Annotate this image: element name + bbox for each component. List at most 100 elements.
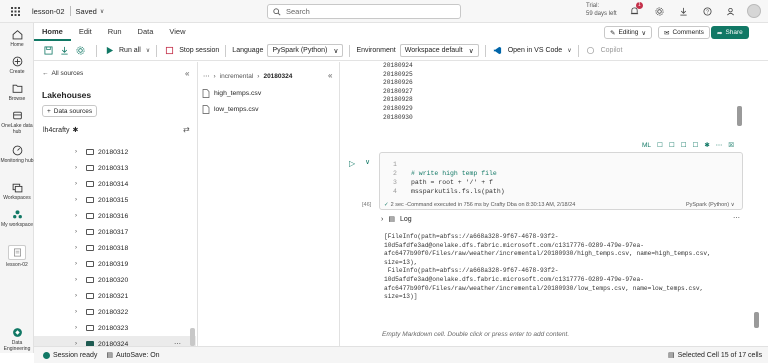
divider xyxy=(96,44,97,57)
run-all-icon[interactable] xyxy=(103,45,115,57)
cell-execution-count: [46] xyxy=(362,202,372,208)
tree-folder-item[interactable]: › 20180319 xyxy=(34,256,196,272)
scrollbar[interactable] xyxy=(754,312,759,328)
list-item[interactable]: low_temps.csv xyxy=(202,102,259,116)
tree-folder-item[interactable]: › 20180316 xyxy=(34,208,196,224)
list-item[interactable]: high_temps.csv xyxy=(202,86,261,100)
scrollbar[interactable] xyxy=(737,106,742,126)
collapse-pane-icon[interactable]: « xyxy=(185,69,189,78)
asterisk-icon[interactable]: ✱ xyxy=(704,141,709,149)
copilot-button[interactable]: Copilot xyxy=(601,47,623,54)
tree-folder-item[interactable]: › 20180315 xyxy=(34,192,196,208)
run-cell-icon[interactable]: ▷ xyxy=(349,159,355,168)
lakehouse-name[interactable]: lh4crafty ✱ xyxy=(43,126,78,135)
chevron-right-icon[interactable]: › xyxy=(75,245,77,251)
download-icon[interactable] xyxy=(58,45,70,57)
collapse-pane-icon[interactable]: « xyxy=(328,71,332,80)
avatar[interactable] xyxy=(747,4,761,18)
markdown-cell-placeholder[interactable]: Empty Markdown cell. Double click or pre… xyxy=(382,331,569,338)
more-icon[interactable]: ⋯ xyxy=(203,72,210,80)
chevron-right-icon[interactable]: › xyxy=(75,293,77,299)
settings-icon[interactable] xyxy=(74,45,86,57)
cell-language[interactable]: PySpark (Python) ∨ xyxy=(686,202,735,208)
session-status[interactable]: Session ready xyxy=(43,351,97,359)
delete-icon[interactable]: ☒ xyxy=(728,141,734,149)
tab-view[interactable]: View xyxy=(161,23,193,41)
stop-icon[interactable] xyxy=(163,45,175,57)
nav-monitoring[interactable]: Monitoring hub xyxy=(0,145,34,164)
tree-folder-item[interactable]: › 20180321 xyxy=(34,288,196,304)
tree-folder-item[interactable]: › 20180318 xyxy=(34,240,196,256)
chevron-right-icon[interactable]: › xyxy=(75,149,77,155)
nav-lesson-02[interactable]: lesson-02 xyxy=(0,245,34,268)
share-button[interactable]: ➦ Share xyxy=(711,26,749,39)
tree-folder-item[interactable]: › 20180322 xyxy=(34,304,196,320)
log-toggle[interactable]: › ▤ Log xyxy=(381,215,412,224)
chevron-down-icon[interactable]: ∨ xyxy=(100,8,104,15)
copy-icon[interactable]: ☐ xyxy=(693,141,699,149)
chevron-right-icon[interactable]: › xyxy=(75,309,77,315)
chevron-right-icon[interactable]: › xyxy=(75,325,77,331)
stop-session-button[interactable]: Stop session xyxy=(179,47,219,54)
add-data-sources-button[interactable]: + Data sources xyxy=(42,105,98,117)
open-vscode-button[interactable]: Open in VS Code xyxy=(508,47,562,54)
chevron-down-icon[interactable]: ∨ xyxy=(365,158,370,166)
run-all-button[interactable]: Run all xyxy=(119,47,141,54)
tree-folder-item[interactable]: › 20180313 xyxy=(34,160,196,176)
tree-folder-item[interactable]: › 20180314 xyxy=(34,176,196,192)
folder-icon xyxy=(86,261,94,267)
comments-button[interactable]: ✉ Comments xyxy=(658,26,710,39)
chevron-right-icon[interactable]: › xyxy=(75,229,77,235)
code-icon[interactable]: ☐ xyxy=(657,141,663,149)
nav-onelake[interactable]: OneLake data hub xyxy=(0,110,34,135)
nav-browse[interactable]: Browse xyxy=(0,83,34,102)
check-icon: ✓ xyxy=(384,202,389,208)
tree-folder-item[interactable]: › 20180323 xyxy=(34,320,196,336)
chevron-down-icon[interactable]: ∨ xyxy=(567,47,571,54)
all-sources-link[interactable]: ← All sources xyxy=(42,70,83,77)
tab-data[interactable]: Data xyxy=(130,23,162,41)
save-icon[interactable] xyxy=(42,45,54,57)
chevron-right-icon[interactable]: › xyxy=(75,197,77,203)
nav-my-workspace[interactable]: My workspace xyxy=(0,209,34,228)
chevron-right-icon[interactable]: › xyxy=(75,181,77,187)
tab-home[interactable]: Home xyxy=(34,23,71,41)
tree-folder-item[interactable]: › 20180317 xyxy=(34,224,196,240)
share-people-icon[interactable] xyxy=(724,5,736,17)
saved-status[interactable]: Saved xyxy=(76,7,97,16)
copilot-icon[interactable] xyxy=(585,45,597,57)
markdown-toggle-icon[interactable]: ML xyxy=(642,142,651,149)
more-icon[interactable]: ⋯ xyxy=(733,214,740,222)
refresh-icon[interactable]: ⇄ xyxy=(183,125,190,134)
download-icon[interactable] xyxy=(677,5,689,17)
search-input[interactable]: Search xyxy=(267,4,461,19)
chevron-right-icon[interactable]: › xyxy=(75,261,77,267)
chevron-right-icon[interactable]: › xyxy=(75,165,77,171)
tree-folder-item[interactable]: › 20180312 xyxy=(34,144,196,160)
notebook-name[interactable]: lesson-02 xyxy=(32,7,65,16)
scrollbar[interactable] xyxy=(190,328,195,346)
vscode-icon[interactable] xyxy=(492,45,504,57)
tab-edit[interactable]: Edit xyxy=(71,23,100,41)
chevron-right-icon[interactable]: › xyxy=(75,277,77,283)
gear-icon[interactable] xyxy=(653,5,665,17)
tab-run[interactable]: Run xyxy=(100,23,130,41)
nav-workspaces[interactable]: Workspaces xyxy=(0,182,34,201)
autosave-status[interactable]: ▤ AutoSave: On xyxy=(106,351,159,360)
folder-icon xyxy=(86,149,94,155)
nav-create[interactable]: Create xyxy=(0,56,34,75)
comment-icon[interactable]: ☐ xyxy=(669,141,675,149)
editing-mode-button[interactable]: ✎ Editing ∨ xyxy=(604,26,653,39)
tree-folder-item[interactable]: › 20180320 xyxy=(34,272,196,288)
more-icon[interactable]: ⋯ xyxy=(716,141,723,149)
chevron-down-icon[interactable]: ∨ xyxy=(146,47,150,54)
nav-data-engineering[interactable]: Data Engineering xyxy=(0,327,34,352)
environment-select[interactable]: Workspace default ∨ xyxy=(399,44,479,57)
nav-home[interactable]: Home xyxy=(0,29,34,48)
lock-icon[interactable]: ☐ xyxy=(681,141,687,149)
chevron-right-icon[interactable]: › xyxy=(75,213,77,219)
breadcrumb-item[interactable]: incremental xyxy=(220,73,254,80)
help-icon[interactable]: ? xyxy=(701,5,713,17)
language-select[interactable]: PySpark (Python) ∨ xyxy=(267,44,344,57)
app-launcher-icon[interactable] xyxy=(0,0,30,23)
